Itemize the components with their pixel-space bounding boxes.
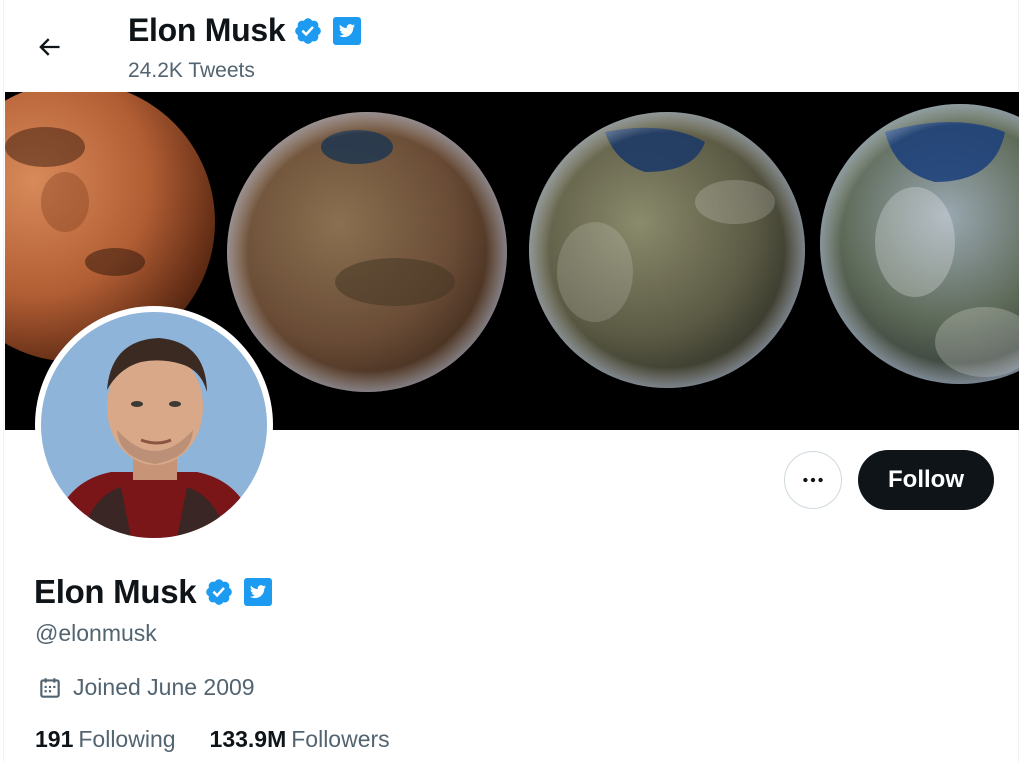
- profile-column: Elon Musk 24.2K Tweets Follow Elon Musk …: [3, 0, 1019, 762]
- joined-date: Joined June 2009: [37, 674, 255, 701]
- profile-header: Elon Musk 24.2K Tweets: [4, 0, 1018, 92]
- avatar-photo: [41, 312, 267, 538]
- more-options-button[interactable]: [784, 451, 842, 509]
- twitter-bird-badge-icon[interactable]: [333, 16, 362, 45]
- profile-name: Elon Musk: [34, 573, 197, 610]
- header-name: Elon Musk: [128, 12, 286, 48]
- avatar[interactable]: [35, 306, 273, 544]
- follow-stats: 191 Following 133.9M Followers: [35, 726, 390, 753]
- arrow-left-icon: [39, 38, 60, 56]
- following-label: Following: [78, 726, 176, 752]
- followers-link[interactable]: 133.9M Followers: [210, 726, 390, 753]
- followers-count: 133.9M: [209, 726, 287, 752]
- profile-handle: @elonmusk: [35, 620, 157, 646]
- header-tweet-count: 24.2K Tweets: [128, 59, 255, 82]
- joined-text: Joined June 2009: [73, 674, 255, 700]
- verified-badge-icon[interactable]: [293, 16, 323, 46]
- verified-badge-icon[interactable]: [204, 577, 234, 607]
- profile-name-row: Elon Musk: [34, 573, 273, 611]
- followers-label: Followers: [291, 726, 390, 752]
- following-link[interactable]: 191 Following: [35, 726, 176, 753]
- following-count: 191: [35, 726, 74, 752]
- twitter-bird-badge-icon[interactable]: [244, 578, 273, 606]
- calendar-icon: [40, 677, 60, 698]
- follow-button[interactable]: Follow: [858, 450, 994, 510]
- header-title-row: Elon Musk: [128, 12, 362, 49]
- back-button[interactable]: [28, 26, 70, 68]
- more-horizontal-icon: [803, 477, 823, 483]
